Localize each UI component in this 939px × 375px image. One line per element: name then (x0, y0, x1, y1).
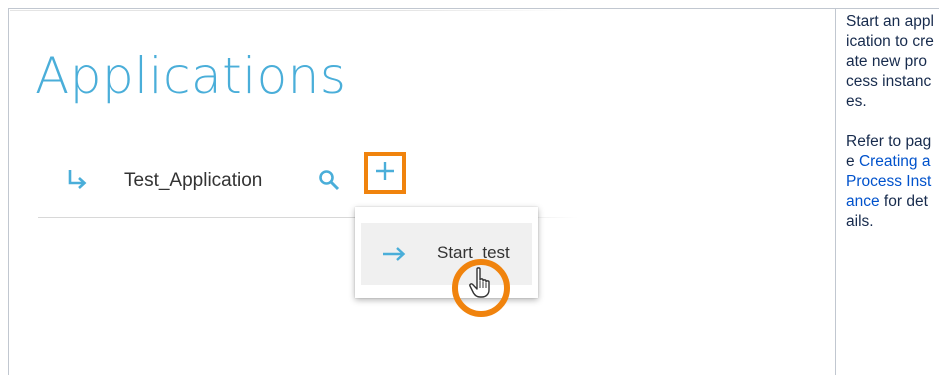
plus-icon (374, 160, 396, 187)
description-reference: Refer to page Creating a Process Instanc… (846, 132, 934, 232)
page-title: Applications (35, 47, 347, 105)
application-row: Test_Application (38, 152, 458, 200)
hand-pointer-icon (468, 266, 496, 300)
table-border-left (8, 8, 9, 375)
arrow-right-icon (381, 244, 407, 264)
add-button[interactable] (364, 152, 406, 194)
description-cell: Start an application to create new proce… (846, 12, 934, 232)
return-arrow-icon (66, 168, 88, 192)
application-name[interactable]: Test_Application (124, 170, 262, 192)
start-dropdown-menu: Start_test (355, 207, 538, 298)
description-text: Start an application to create new proce… (846, 13, 934, 110)
screenshot-top-divider (10, 10, 570, 11)
search-icon[interactable] (318, 169, 340, 191)
table-border-top (8, 8, 939, 9)
table-border-middle (835, 8, 836, 375)
